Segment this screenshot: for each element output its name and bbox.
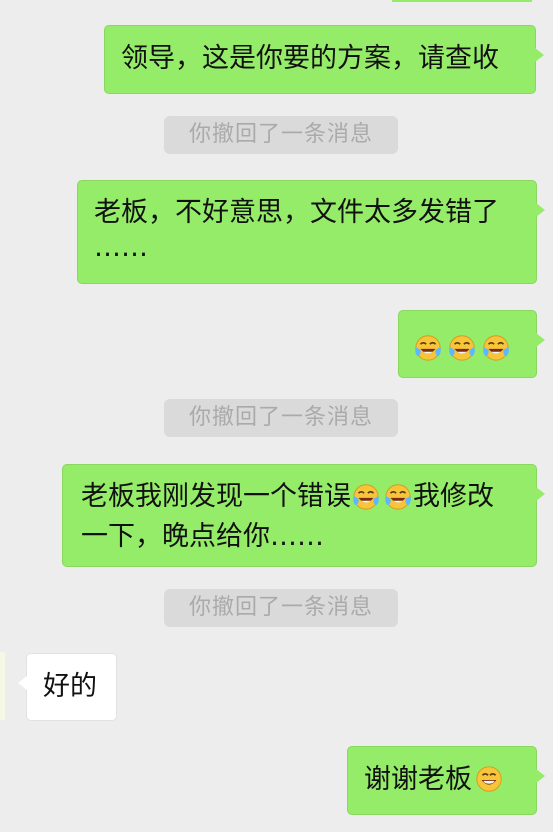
message-bubble-sent[interactable]: 谢谢老板 — [347, 746, 545, 815]
message-text-line: 一下，晚点给你…… — [81, 521, 324, 552]
recall-notice: 你撤回了一条消息 — [164, 116, 398, 154]
laugh-cry-icon — [351, 481, 381, 511]
message-text-line: 老板我刚发现一个错误 我修改 — [81, 477, 518, 517]
recall-notice-text: 你撤回了一条消息 — [188, 595, 373, 620]
message-text: 领导，这是你要的方案，请查收 — [121, 43, 499, 74]
message-text: 老板我刚发现一个错误 — [81, 481, 351, 512]
message-text: 谢谢老板 — [364, 764, 472, 795]
laugh-cry-icon — [413, 332, 443, 362]
grin-icon — [474, 764, 504, 794]
recall-notice-text: 你撤回了一条消息 — [188, 122, 373, 147]
laugh-cry-icon — [481, 332, 511, 362]
laugh-cry-icon — [447, 332, 477, 362]
message-text-line: …… — [94, 232, 148, 263]
left-avatar-edge — [0, 652, 5, 720]
message-text-line: 老板，不好意思，文件太多发错了 — [94, 197, 499, 228]
recall-notice: 你撤回了一条消息 — [164, 399, 398, 437]
message-bubble-sent[interactable]: 老板，不好意思，文件太多发错了 …… — [77, 180, 545, 284]
recall-notice-text: 你撤回了一条消息 — [188, 405, 373, 430]
message-text: 我修改 — [413, 481, 494, 512]
message-text: 好的 — [43, 671, 97, 702]
laugh-cry-icon — [383, 481, 413, 511]
previous-message-edge — [392, 0, 532, 2]
message-bubble-sent[interactable] — [398, 310, 545, 378]
message-bubble-received[interactable]: 好的 — [18, 653, 117, 721]
message-bubble-sent[interactable]: 老板我刚发现一个错误 我修改 一下，晚点给你…… — [62, 464, 545, 567]
message-bubble-sent[interactable]: 领导，这是你要的方案，请查收 — [104, 25, 544, 94]
recall-notice: 你撤回了一条消息 — [164, 589, 398, 627]
